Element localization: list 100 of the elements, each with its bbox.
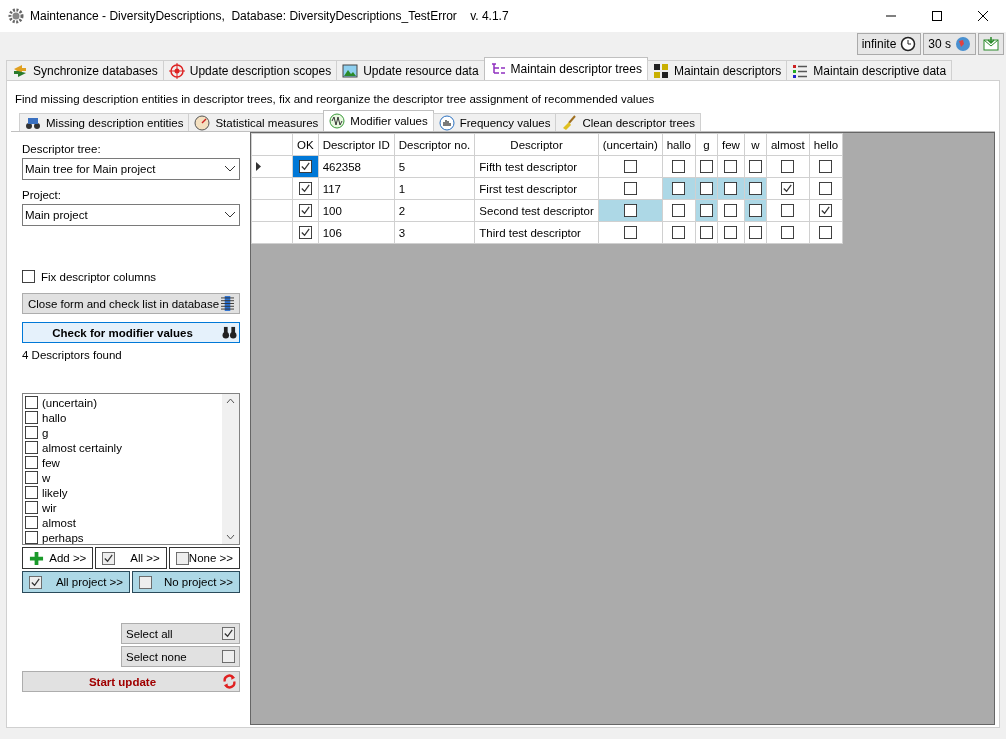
- checkbox[interactable]: [25, 516, 38, 529]
- table-cell[interactable]: [744, 155, 767, 178]
- column-header[interactable]: OK: [292, 133, 319, 156]
- checkbox[interactable]: [819, 226, 833, 240]
- select-none-button[interactable]: Select none: [121, 646, 240, 667]
- checkbox[interactable]: [25, 456, 38, 469]
- descriptor-tree-dropdown[interactable]: Main tree for Main project: [22, 158, 240, 180]
- checkbox[interactable]: [298, 226, 312, 240]
- list-item[interactable]: almost: [42, 516, 76, 529]
- start-update-button[interactable]: Start update: [22, 671, 240, 692]
- checkbox[interactable]: [672, 182, 686, 196]
- tab[interactable]: Synchronize databases: [6, 60, 164, 80]
- checkbox[interactable]: [700, 226, 714, 240]
- column-header[interactable]: Descriptor: [474, 133, 599, 156]
- checkbox[interactable]: [25, 396, 38, 409]
- table-cell[interactable]: [662, 199, 696, 222]
- column-header[interactable]: hello: [809, 133, 843, 156]
- column-header[interactable]: Descriptor no.: [394, 133, 475, 156]
- tab[interactable]: Maintain descriptive data: [786, 60, 953, 80]
- checkbox[interactable]: [748, 182, 762, 196]
- timeout-button[interactable]: infinite: [856, 33, 922, 55]
- table-cell[interactable]: [809, 221, 843, 244]
- checkbox[interactable]: [25, 471, 38, 484]
- interval-button[interactable]: 30 s: [923, 33, 976, 55]
- tab[interactable]: Maintain descriptor trees: [483, 57, 648, 80]
- list-action-button[interactable]: None >>: [168, 547, 240, 569]
- list-action-button[interactable]: Add >>: [22, 547, 94, 569]
- list-action-button[interactable]: All >>: [95, 547, 167, 569]
- table-cell[interactable]: [598, 177, 663, 200]
- checkbox[interactable]: [700, 182, 714, 196]
- list-item[interactable]: wir: [42, 501, 57, 514]
- tab[interactable]: Clean descriptor trees: [555, 113, 701, 131]
- table-cell[interactable]: [292, 199, 319, 222]
- column-header[interactable]: g: [695, 133, 718, 156]
- list-item[interactable]: w: [42, 471, 51, 484]
- checkbox[interactable]: [748, 160, 762, 174]
- table-cell[interactable]: [695, 221, 718, 244]
- list-item[interactable]: hallo: [42, 411, 67, 424]
- checkbox[interactable]: [298, 182, 312, 196]
- tab[interactable]: Missing description entities: [19, 113, 190, 131]
- column-header[interactable]: Descriptor ID: [318, 133, 395, 156]
- checkbox[interactable]: [25, 486, 38, 499]
- checkbox[interactable]: [298, 204, 312, 218]
- table-cell[interactable]: [598, 155, 663, 178]
- table-cell[interactable]: [598, 221, 663, 244]
- column-header[interactable]: w: [744, 133, 767, 156]
- table-cell[interactable]: [292, 177, 319, 200]
- checkbox[interactable]: [672, 204, 686, 218]
- checkbox[interactable]: [724, 204, 738, 218]
- checkbox[interactable]: [748, 204, 762, 218]
- table-cell[interactable]: [809, 199, 843, 222]
- list-item[interactable]: few: [42, 456, 60, 469]
- checkbox[interactable]: [623, 182, 637, 196]
- list-item[interactable]: (uncertain): [42, 396, 97, 409]
- checkbox[interactable]: [700, 204, 714, 218]
- project-dropdown[interactable]: Main project: [22, 204, 240, 226]
- checkbox[interactable]: [22, 270, 35, 283]
- list-item[interactable]: perhaps: [42, 531, 84, 544]
- list-item[interactable]: g: [42, 426, 49, 439]
- checkbox[interactable]: [672, 226, 686, 240]
- checkbox[interactable]: [25, 531, 38, 544]
- checkbox[interactable]: [623, 204, 637, 218]
- checkbox[interactable]: [700, 160, 714, 174]
- checkbox[interactable]: [819, 182, 833, 196]
- close-form-button[interactable]: Close form and check list in database: [22, 293, 240, 314]
- tab[interactable]: Maintain descriptors: [646, 60, 788, 80]
- checkbox[interactable]: [724, 226, 738, 240]
- table-cell[interactable]: [809, 177, 843, 200]
- column-header[interactable]: hallo: [662, 133, 696, 156]
- table-cell[interactable]: [662, 221, 696, 244]
- checkbox[interactable]: [298, 160, 312, 174]
- checkbox[interactable]: [781, 204, 795, 218]
- column-header[interactable]: (uncertain): [598, 133, 663, 156]
- checkbox[interactable]: [25, 501, 38, 514]
- table-cell[interactable]: [717, 221, 745, 244]
- table-cell[interactable]: [766, 177, 810, 200]
- tab[interactable]: Statistical measures: [188, 113, 325, 131]
- tab[interactable]: Frequency values: [432, 113, 557, 131]
- table-cell[interactable]: [662, 155, 696, 178]
- row-header[interactable]: [251, 155, 293, 178]
- feedback-button[interactable]: [978, 33, 1004, 55]
- tab[interactable]: Update description scopes: [162, 60, 338, 80]
- column-header[interactable]: few: [717, 133, 745, 156]
- checkbox[interactable]: [748, 226, 762, 240]
- checkbox[interactable]: [724, 160, 738, 174]
- table-cell[interactable]: [744, 221, 767, 244]
- select-all-button[interactable]: Select all: [121, 623, 240, 644]
- checkbox[interactable]: [25, 441, 38, 454]
- checkbox[interactable]: [25, 411, 38, 424]
- table-cell[interactable]: [717, 155, 745, 178]
- checkbox[interactable]: [623, 226, 637, 240]
- checkbox[interactable]: [781, 160, 795, 174]
- tab[interactable]: Update resource data: [336, 60, 485, 80]
- table-cell[interactable]: [717, 199, 745, 222]
- scrollbar[interactable]: [222, 394, 239, 544]
- checkbox[interactable]: [781, 226, 795, 240]
- project-action-button[interactable]: No project >>: [132, 571, 240, 593]
- checkbox[interactable]: [781, 182, 795, 196]
- checkbox[interactable]: [672, 160, 686, 174]
- list-item[interactable]: almost certainly: [42, 441, 122, 454]
